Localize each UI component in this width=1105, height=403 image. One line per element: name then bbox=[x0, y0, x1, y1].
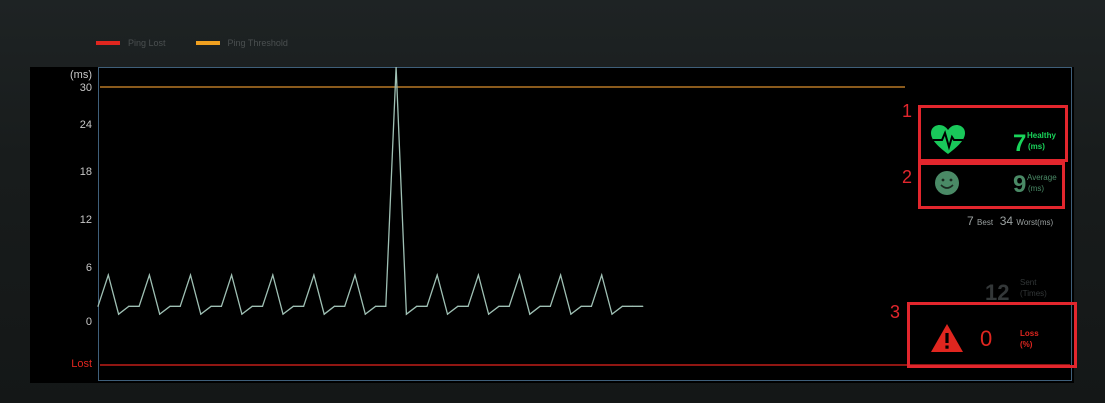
ping-data-point bbox=[632, 305, 634, 307]
ping-data-point bbox=[385, 305, 387, 307]
worst-value: 34 bbox=[999, 214, 1014, 228]
ping-data-point bbox=[231, 274, 233, 276]
ping-data-point bbox=[107, 274, 109, 276]
ping-data-point bbox=[436, 274, 438, 276]
legend-label-ping-threshold: Ping Threshold bbox=[227, 38, 288, 48]
ping-data-point bbox=[261, 305, 264, 307]
ping-data-point bbox=[508, 305, 510, 307]
marker-2: 2 bbox=[902, 167, 913, 187]
worst-label: Worst(ms) bbox=[1016, 218, 1054, 227]
ping-data-point bbox=[179, 305, 181, 307]
ping-data-point bbox=[159, 313, 161, 315]
ping-series-line bbox=[97, 67, 643, 316]
sent-value: 12 bbox=[985, 280, 1010, 305]
ping-data-point bbox=[220, 305, 222, 307]
ping-data-point bbox=[549, 305, 551, 307]
ping-data-point bbox=[323, 313, 325, 315]
ping-data-point bbox=[241, 313, 243, 315]
ping-data-point bbox=[169, 305, 171, 307]
loss-label-top: Loss bbox=[1020, 329, 1039, 338]
ping-data-point bbox=[138, 305, 140, 307]
smiley-icon bbox=[935, 171, 959, 195]
loss-value: 0 bbox=[980, 326, 993, 351]
ping-data-point bbox=[375, 305, 377, 307]
ping-data-point bbox=[405, 313, 407, 315]
ping-data-point bbox=[498, 305, 500, 307]
ping-data-point bbox=[611, 313, 613, 315]
healthy-label-bottom: (ms) bbox=[1028, 142, 1045, 151]
ping-data-point bbox=[570, 313, 572, 315]
best-label: Best bbox=[977, 218, 994, 227]
ping-data-point bbox=[529, 313, 531, 315]
ping-data-point bbox=[292, 305, 294, 307]
ping-chart-panel: (ms) 30 24 18 12 6 0 Lost 1 7 Healthy (m… bbox=[30, 67, 1077, 383]
average-label-top: Average bbox=[1027, 173, 1057, 182]
ping-data-point bbox=[313, 274, 315, 276]
ping-data-point bbox=[488, 313, 490, 315]
ping-data-point bbox=[344, 305, 346, 307]
ping-data-point bbox=[457, 305, 459, 307]
average-label-bottom: (ms) bbox=[1028, 184, 1044, 193]
ping-data-point bbox=[200, 313, 202, 315]
ping-data-point bbox=[477, 274, 479, 276]
sent-label-bottom: (Times) bbox=[1020, 289, 1047, 298]
legend-swatch-ping-threshold bbox=[195, 41, 220, 45]
ping-data-point bbox=[560, 274, 562, 276]
sent-label-top: Sent bbox=[1020, 278, 1037, 287]
loss-label-bottom: (%) bbox=[1020, 340, 1033, 349]
ping-data-point bbox=[621, 305, 623, 307]
ping-data-point bbox=[416, 305, 418, 307]
chart-legend: Ping Lost Ping Threshold bbox=[96, 38, 308, 48]
marker-3: 3 bbox=[890, 302, 901, 322]
ping-data-point bbox=[333, 305, 335, 307]
ping-data-point bbox=[642, 305, 644, 307]
ping-data-point bbox=[354, 274, 356, 276]
legend-item-ping-lost: Ping Lost bbox=[96, 38, 166, 48]
ping-data-point bbox=[210, 305, 212, 307]
legend-label-ping-lost: Ping Lost bbox=[128, 38, 166, 48]
ping-data-point bbox=[128, 305, 130, 307]
ping-data-point bbox=[590, 305, 593, 307]
average-value: 9 bbox=[1013, 171, 1027, 198]
ping-data-point bbox=[189, 274, 192, 276]
warning-icon bbox=[931, 324, 963, 352]
legend-swatch-ping-lost bbox=[96, 41, 120, 45]
ping-data-point bbox=[251, 305, 253, 307]
ping-data-point bbox=[282, 313, 284, 315]
best-value: 7 bbox=[967, 214, 974, 228]
marker-1: 1 bbox=[902, 101, 913, 121]
legend-item-ping-threshold: Ping Threshold bbox=[195, 38, 288, 48]
ping-data-point bbox=[580, 305, 582, 307]
ping-data-point bbox=[97, 305, 99, 307]
ping-data-point bbox=[118, 313, 120, 315]
ping-data-point bbox=[303, 305, 305, 307]
heart-pulse-icon bbox=[931, 125, 965, 154]
healthy-label-top: Healthy bbox=[1027, 131, 1056, 140]
ping-data-point bbox=[446, 313, 449, 315]
best-worst-stats: 7 Best 34 Worst(ms) bbox=[967, 214, 1053, 228]
ping-data-point bbox=[518, 274, 521, 276]
ping-data-point bbox=[467, 305, 469, 307]
ping-data-point bbox=[539, 305, 541, 307]
healthy-value: 7 bbox=[1013, 130, 1027, 157]
ping-data-point bbox=[364, 313, 366, 315]
ping-data-point bbox=[272, 274, 274, 276]
ping-data-point bbox=[601, 274, 603, 276]
ping-data-point bbox=[148, 274, 150, 276]
ping-data-point bbox=[426, 305, 428, 307]
